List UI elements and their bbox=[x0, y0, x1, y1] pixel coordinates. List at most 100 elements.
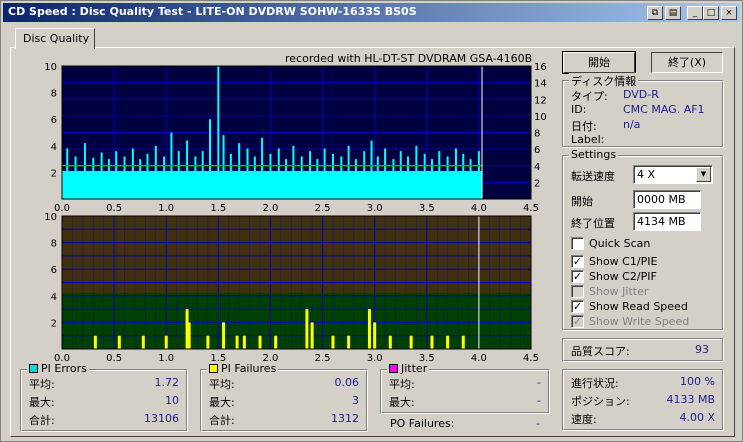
pi-y2-tick-label: 2 bbox=[534, 178, 540, 189]
pi-error-spike bbox=[438, 151, 441, 199]
disc-info-label: ディスク情報 bbox=[569, 73, 639, 89]
stat-row: 最大: - bbox=[389, 394, 541, 410]
pif-spike bbox=[446, 335, 450, 349]
pi-y2-tick-label: 10 bbox=[534, 112, 547, 123]
pif-spike bbox=[141, 335, 145, 349]
end-position-input[interactable]: 4134 MB bbox=[633, 212, 701, 231]
pi-x-tick-label: 2.0 bbox=[262, 203, 278, 214]
copy-icon[interactable]: ⧉ bbox=[647, 6, 663, 20]
disc-date-value: n/a bbox=[623, 118, 641, 131]
pi-x-tick-label: 4.0 bbox=[471, 203, 487, 214]
checkbox-label: Show Jitter bbox=[589, 285, 649, 298]
pi-error-spike bbox=[363, 151, 366, 199]
chevron-down-icon[interactable]: ▼ bbox=[696, 167, 711, 182]
pi-y-tick-label: 4 bbox=[51, 142, 57, 153]
stat-row: 平均: 1.72 bbox=[29, 376, 179, 392]
pi-x-tick-label: 4.5 bbox=[523, 203, 539, 214]
speed-label: 転送速度 bbox=[571, 170, 615, 183]
pi-error-spike bbox=[246, 148, 249, 199]
pif-spike bbox=[367, 309, 371, 349]
disc-date-label: 日付: bbox=[571, 120, 597, 133]
start-position-input[interactable]: 0000 MB bbox=[633, 190, 701, 209]
pi-y2-tick-label: 12 bbox=[534, 95, 547, 106]
pi-y-tick-label: 6 bbox=[51, 115, 57, 126]
disc-id-label: ID: bbox=[571, 103, 587, 116]
pi-errors-avg: 1.72 bbox=[154, 376, 180, 389]
pif-spike bbox=[187, 322, 191, 349]
start-button[interactable]: 開始 bbox=[562, 51, 636, 74]
stat-label: 平均: bbox=[389, 378, 415, 391]
stat-label: ポジション: bbox=[571, 395, 630, 408]
pi-y-tick-label: 2 bbox=[51, 168, 57, 179]
pif-x-tick-label: 1.0 bbox=[158, 353, 174, 364]
pi-y2-tick-label: 14 bbox=[534, 79, 547, 90]
stat-label: 最大: bbox=[209, 396, 235, 409]
pi-error-spike bbox=[92, 157, 95, 199]
maximize-button[interactable]: □ bbox=[703, 6, 719, 20]
pif-y-tick-label: 10 bbox=[44, 212, 57, 223]
quality-score-group: 品質スコア: 93 bbox=[562, 338, 724, 362]
pi-error-spike bbox=[201, 151, 204, 199]
quality-score-label: 品質スコア: bbox=[571, 345, 630, 358]
minimize-button[interactable]: _ bbox=[687, 6, 703, 20]
stat-row: 平均: - bbox=[389, 376, 541, 392]
stat-row: 平均: 0.06 bbox=[209, 376, 359, 392]
pi-error-spike bbox=[186, 140, 189, 199]
pif-spike bbox=[347, 335, 351, 349]
pif-spike bbox=[242, 335, 246, 349]
pi-y2-tick-label: 16 bbox=[534, 62, 547, 73]
pi-error-spike bbox=[407, 156, 410, 199]
settings-label: Settings bbox=[569, 148, 619, 161]
stop-button[interactable]: 終了(X) bbox=[651, 52, 723, 73]
speed-select[interactable]: 4 X ▼ bbox=[633, 165, 713, 184]
pi-error-spike bbox=[115, 151, 118, 199]
disc-label-row: Label: bbox=[571, 133, 604, 146]
pi-errors-label: PI Errors bbox=[27, 362, 89, 375]
stat-label: 合計: bbox=[209, 414, 235, 427]
checkbox-box[interactable]: ✓ bbox=[571, 300, 584, 313]
pif-spike bbox=[222, 322, 226, 349]
tab-disc-quality[interactable]: Disc Quality bbox=[15, 28, 95, 49]
disc-id-value: CMC MAG. AF1 bbox=[623, 103, 705, 116]
checkbox-box bbox=[571, 285, 584, 298]
pif-spike bbox=[373, 322, 377, 349]
pi-error-spike bbox=[74, 156, 77, 199]
save-icon[interactable]: ▤ bbox=[665, 6, 681, 20]
speed-value: 4.00 X bbox=[679, 411, 715, 424]
disc-label-label: Label: bbox=[571, 133, 605, 146]
pi-y-tick-label: 10 bbox=[44, 62, 57, 73]
pi-error-spike bbox=[347, 145, 350, 199]
pif-spike bbox=[93, 335, 97, 349]
pif-spike bbox=[235, 335, 239, 349]
pi-error-spike bbox=[100, 152, 103, 199]
pi-errors-title: PI Errors bbox=[41, 362, 87, 375]
pif-spike bbox=[331, 335, 335, 349]
checkbox-box[interactable]: ✓ bbox=[571, 255, 584, 268]
pif-spike bbox=[117, 335, 121, 349]
pif-spike bbox=[305, 309, 309, 349]
pif-spike bbox=[388, 335, 392, 349]
pi-y2-tick-label: 6 bbox=[534, 145, 540, 156]
pi-x-tick-label: 3.0 bbox=[367, 203, 383, 214]
pi-error-spike bbox=[454, 148, 457, 199]
pi-error-spike bbox=[83, 143, 86, 199]
jitter-title: Jitter bbox=[401, 362, 428, 375]
pi-failures-legend-swatch bbox=[209, 364, 218, 373]
checkbox-label: Show C2/PIF bbox=[589, 270, 657, 283]
jitter-group: Jitter 平均: - 最大: - bbox=[380, 362, 550, 414]
checkbox-box[interactable] bbox=[571, 237, 584, 250]
pif-spike bbox=[461, 335, 465, 349]
checkbox-box[interactable]: ✓ bbox=[571, 270, 584, 283]
stat-label: 進行状況: bbox=[571, 377, 619, 390]
checkbox-label: Quick Scan bbox=[589, 237, 651, 250]
pi-error-spike bbox=[208, 119, 211, 199]
stat-row: 最大: 3 bbox=[209, 394, 359, 410]
stat-label: 最大: bbox=[29, 396, 55, 409]
pif-x-tick-label: 3.0 bbox=[367, 353, 383, 364]
close-button[interactable]: × bbox=[721, 6, 737, 20]
position-value: 4133 MB bbox=[666, 393, 715, 406]
pi-error-spike bbox=[277, 148, 280, 199]
progress-value: 100 % bbox=[680, 375, 715, 388]
pi-error-spike bbox=[253, 156, 256, 199]
progress-group: 進行状況: 100 % ポジション: 4133 MB 速度: 4.00 X bbox=[562, 369, 724, 431]
